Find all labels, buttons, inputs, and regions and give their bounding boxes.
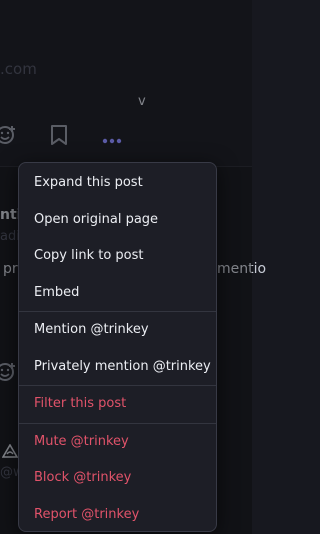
- menu-item-mention[interactable]: Mention @trinkey: [19, 312, 216, 349]
- menu-item-block[interactable]: Block @trinkey: [19, 460, 216, 497]
- menu-item-open-original[interactable]: Open original page: [19, 202, 216, 239]
- menu-item-embed[interactable]: Embed: [19, 275, 216, 312]
- menu-item-private-mention[interactable]: Privately mention @trinkey: [19, 349, 216, 386]
- post-options-menu: Expand this post Open original page Copy…: [18, 162, 217, 532]
- menu-item-mute[interactable]: Mute @trinkey: [19, 424, 216, 461]
- menu-item-copy-link[interactable]: Copy link to post: [19, 238, 216, 275]
- menu-item-report[interactable]: Report @trinkey: [19, 497, 216, 532]
- menu-item-filter-post[interactable]: Filter this post: [19, 386, 216, 423]
- menu-item-expand-post[interactable]: Expand this post: [19, 165, 216, 202]
